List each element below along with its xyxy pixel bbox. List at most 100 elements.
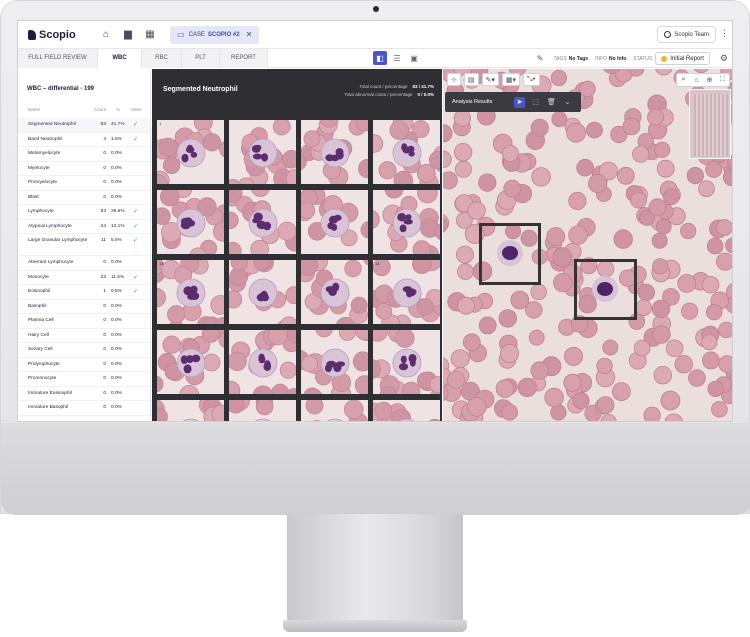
- red-blood-cell: [652, 258, 669, 275]
- list-view-icon[interactable]: ☰: [390, 51, 404, 65]
- cell-tile[interactable]: [228, 119, 297, 185]
- tab-full-field-review[interactable]: FULL FIELD REVIEW: [18, 49, 98, 68]
- differential-row[interactable]: Basophil 0 0.0%: [18, 300, 150, 314]
- edit-pencil-icon[interactable]: ✎: [537, 54, 544, 63]
- cell-tile[interactable]: [300, 399, 369, 421]
- red-blood-cell: [443, 124, 453, 143]
- red-blood-cell: [517, 377, 537, 397]
- cell-tile[interactable]: 14: [372, 259, 441, 325]
- cell-tile[interactable]: [228, 189, 297, 255]
- case-tab[interactable]: ▭ CASE SCOPIO #2 ✕: [170, 25, 260, 44]
- cell-tile[interactable]: [372, 399, 441, 421]
- app-logo[interactable]: Scopio: [28, 29, 92, 41]
- tab-rbc[interactable]: RBC: [142, 49, 182, 68]
- cell-tile[interactable]: 13: [156, 259, 225, 325]
- cursor-icon[interactable]: ➤: [514, 96, 525, 108]
- tab-wbc[interactable]: WBC: [98, 49, 142, 68]
- differential-row[interactable]: Sezary Cell 0 0.0%: [18, 343, 150, 358]
- differential-row[interactable]: Monocyte 23 11.6% ✓: [18, 271, 150, 285]
- red-blood-cell: [564, 346, 584, 366]
- zoom-in-icon[interactable]: ⊕: [703, 74, 716, 86]
- cell-tile[interactable]: [372, 329, 441, 395]
- cell-count: 0: [103, 165, 106, 171]
- cell-count: 0: [103, 405, 106, 410]
- cell-tile[interactable]: [300, 259, 369, 325]
- slide-viewer[interactable]: ⊹ ▤ ✎▾ ▦▾ ⤡▾ ⌕ ⌂ ⊕ ⛶ Analysis Results ➤ …: [443, 69, 732, 421]
- cell-percent: 41.7%: [111, 122, 125, 127]
- cell-percent: 0.0%: [111, 165, 122, 171]
- cell-tile[interactable]: [300, 329, 369, 395]
- red-blood-cell: [698, 180, 715, 197]
- differential-row[interactable]: Immature Eosinophil 0 0.0%: [18, 387, 150, 401]
- cell-tile[interactable]: [372, 119, 441, 185]
- differential-row[interactable]: Metamyelocyte 0 0.0%: [18, 147, 150, 162]
- measure-icon[interactable]: ⤡▾: [523, 73, 540, 86]
- differential-row[interactable]: Lymphocyte 53 26.6% ✓: [18, 205, 150, 220]
- gear-icon[interactable]: ⚙: [720, 53, 728, 64]
- close-icon[interactable]: ✕: [246, 30, 253, 39]
- differential-row[interactable]: Prolymphocyte 0 0.0%: [18, 358, 150, 372]
- annotate-icon[interactable]: ✎▾: [481, 73, 499, 86]
- differential-row[interactable]: Promyelocyte 0 0.0%: [18, 176, 150, 191]
- select-box-icon[interactable]: ⬚: [530, 97, 541, 108]
- chevron-down-icon[interactable]: ⌄: [562, 97, 573, 108]
- red-blood-cell: [674, 355, 693, 374]
- zoom-search-icon[interactable]: ⌕: [677, 74, 690, 86]
- cell-percent: 0.0%: [111, 180, 122, 185]
- split-view-icon[interactable]: ◧: [373, 51, 387, 65]
- differential-row[interactable]: Segmented Neutrophil 83 41.7% ✓: [18, 118, 150, 133]
- calendar-icon[interactable]: ▦: [142, 27, 158, 43]
- cell-tile[interactable]: [228, 329, 297, 395]
- cell-type-name: Band Neutrophil: [28, 136, 63, 142]
- user-menu[interactable]: Scopio Team: [657, 26, 716, 43]
- more-menu-icon[interactable]: ⋮: [720, 28, 729, 39]
- red-blood-cell: [653, 366, 673, 385]
- differential-row[interactable]: Atypical Lymphocyte 24 12.1% ✓: [18, 220, 150, 234]
- cell-tile[interactable]: [300, 189, 369, 255]
- tab-plt[interactable]: PLT: [182, 49, 220, 68]
- folder-icon[interactable]: ▆: [120, 27, 136, 43]
- fullscreen-icon[interactable]: ⛶: [716, 74, 729, 86]
- red-blood-cell: [660, 390, 681, 411]
- red-blood-cell: [530, 283, 547, 301]
- differential-row[interactable]: Immature Basophil 0 0.0%: [18, 401, 150, 416]
- differential-row[interactable]: Promonocyte 0 0.0%: [18, 372, 150, 387]
- cell-tile[interactable]: [228, 399, 297, 421]
- detection-box[interactable]: [479, 223, 541, 285]
- home-icon[interactable]: ⌂: [98, 27, 114, 43]
- cell-tile[interactable]: [156, 399, 225, 421]
- cell-tile[interactable]: [156, 329, 225, 395]
- differential-row[interactable]: Band Neutrophil 3 1.5% ✓: [18, 133, 150, 147]
- red-blood-cell: [576, 158, 594, 177]
- neutrophil-image: [373, 330, 440, 394]
- delete-icon[interactable]: 🗑: [546, 97, 557, 108]
- differential-row[interactable]: Large Granular Lymphocyte 11 5.5% ✓: [18, 234, 150, 256]
- neutrophil-image: [157, 330, 224, 394]
- neutrophil-image: [373, 190, 440, 254]
- red-blood-cell: [711, 400, 728, 418]
- cell-tile[interactable]: [372, 189, 441, 255]
- differential-row[interactable]: Plasma Cell 0 0.0%: [18, 314, 150, 329]
- differential-row[interactable]: Blast 0 0.0%: [18, 191, 150, 205]
- grid-icon[interactable]: ▦▾: [501, 73, 521, 86]
- cell-tile[interactable]: [228, 259, 297, 325]
- differential-row[interactable]: Myelocyte 0 0.0%: [18, 162, 150, 176]
- differential-row[interactable]: Aberrant Lymphocyte 0 0.0%: [18, 256, 150, 271]
- slide-minimap[interactable]: [689, 89, 731, 159]
- differential-row[interactable]: Hairy Cell 0 0.0%: [18, 329, 150, 343]
- differential-row[interactable]: Eosinophil 1 0.5% ✓: [18, 285, 150, 300]
- comment-icon[interactable]: ▤: [463, 73, 479, 86]
- home-view-icon[interactable]: ⌂: [690, 74, 703, 86]
- tab-report[interactable]: REPORT: [220, 49, 268, 68]
- cell-tile[interactable]: [300, 119, 369, 185]
- cell-tile[interactable]: 1: [156, 119, 225, 185]
- info-value: No Info: [609, 55, 627, 62]
- cell-tile[interactable]: [156, 189, 225, 255]
- image-view-icon[interactable]: ▣: [407, 51, 421, 65]
- fit-icon[interactable]: ⊹: [447, 73, 461, 86]
- red-blood-cell: [563, 373, 582, 392]
- neutrophil-image: [229, 190, 296, 254]
- red-blood-cell: [701, 334, 718, 351]
- status-button[interactable]: Initial Report: [655, 52, 710, 65]
- detection-box[interactable]: [574, 259, 637, 320]
